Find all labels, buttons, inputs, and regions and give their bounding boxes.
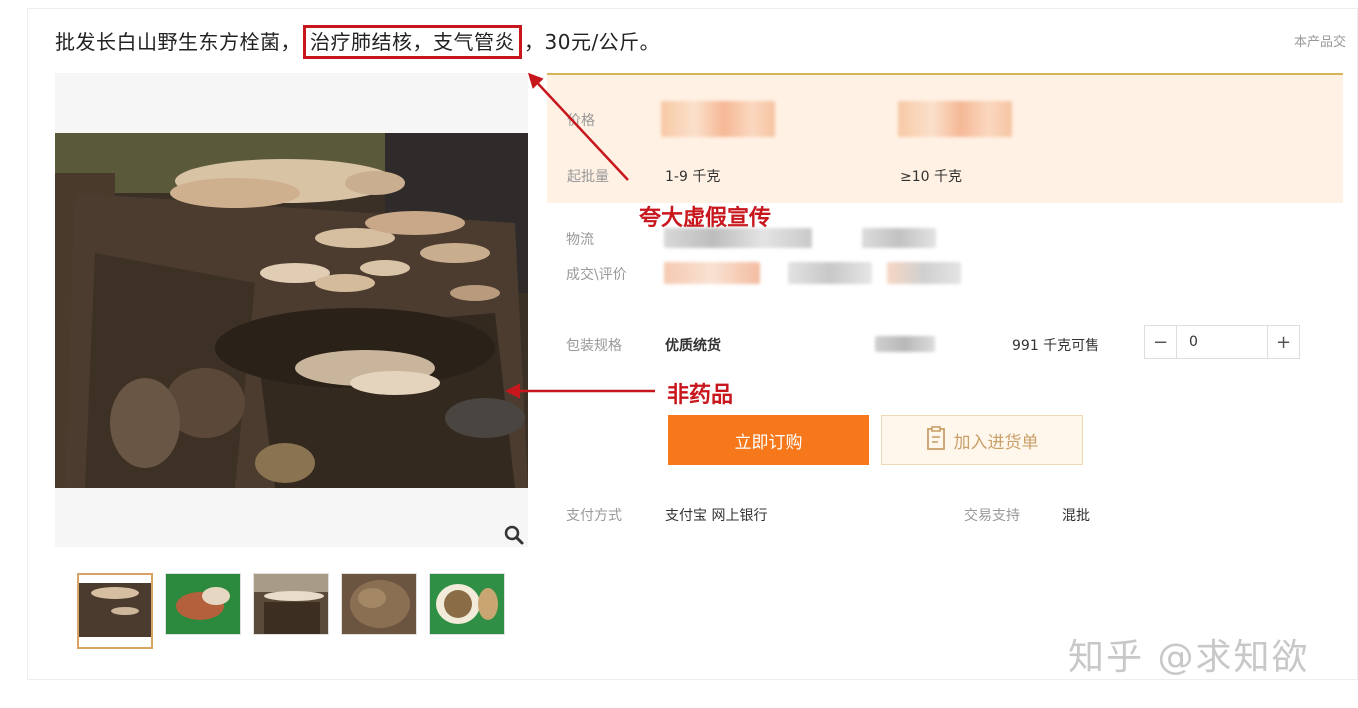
payment-label: 支付方式 — [566, 508, 622, 524]
reviews-obscured — [788, 262, 872, 284]
report-link[interactable]: 本产品交 — [1294, 31, 1346, 50]
title-suffix: ，30元/公斤。 — [524, 30, 661, 54]
thumbnail-4[interactable] — [341, 573, 417, 635]
quantity-input[interactable] — [1177, 326, 1267, 358]
title-highlight-box: 治疗肺结核，支气管炎 — [303, 25, 522, 59]
quantity-plus-button[interactable]: + — [1267, 326, 1299, 358]
spec-label: 包装规格 — [566, 338, 622, 354]
magnify-icon[interactable] — [503, 524, 525, 546]
thumbnail-5[interactable] — [429, 573, 505, 635]
logistics-label: 物流 — [566, 232, 594, 248]
tier1-price-obscured — [661, 101, 775, 137]
logistics-obscured — [664, 228, 812, 248]
thumbnail-strip — [77, 573, 505, 649]
payment-methods: 支付宝 网上银行 — [665, 508, 768, 524]
trade-support-label: 交易支持 — [964, 508, 1020, 524]
price-label: 价格 — [567, 113, 595, 129]
clipboard-icon — [926, 425, 946, 455]
deals-label: 成交\评价 — [566, 267, 627, 283]
thumbnail-2[interactable] — [165, 573, 241, 635]
tier2-moq: ≥10 千克 — [900, 169, 962, 185]
stock-text: 991 千克可售 — [1012, 338, 1100, 354]
deals-obscured — [664, 262, 760, 284]
quantity-minus-button[interactable]: − — [1145, 326, 1177, 358]
product-title: 批发长白山野生东方栓菌， 治疗肺结核，支气管炎 ，30元/公斤。 — [55, 25, 661, 59]
add-to-list-button[interactable]: 加入进货单 — [881, 415, 1083, 465]
thumbnail-1[interactable] — [77, 573, 153, 649]
add-to-list-label: 加入进货单 — [953, 432, 1039, 453]
moq-label: 起批量 — [567, 169, 609, 185]
tier2-price-obscured — [898, 101, 1012, 137]
main-product-photo[interactable] — [55, 133, 528, 488]
reviews-obscured-2 — [887, 262, 961, 284]
title-prefix: 批发长白山野生东方栓菌， — [55, 30, 301, 54]
watermark: 知乎 @求知欲 — [1068, 637, 1310, 678]
spec-price-obscured — [875, 336, 935, 352]
tier1-moq: 1-9 千克 — [665, 169, 721, 185]
quantity-stepper: − + — [1144, 325, 1300, 359]
logistics-obscured-2 — [862, 228, 936, 248]
spec-value[interactable]: 优质统货 — [665, 335, 721, 355]
annotation-non-drug: 非药品 — [667, 383, 734, 408]
thumbnail-3[interactable] — [253, 573, 329, 635]
buy-now-button[interactable]: 立即订购 — [668, 415, 869, 465]
trade-support-value: 混批 — [1062, 508, 1090, 524]
